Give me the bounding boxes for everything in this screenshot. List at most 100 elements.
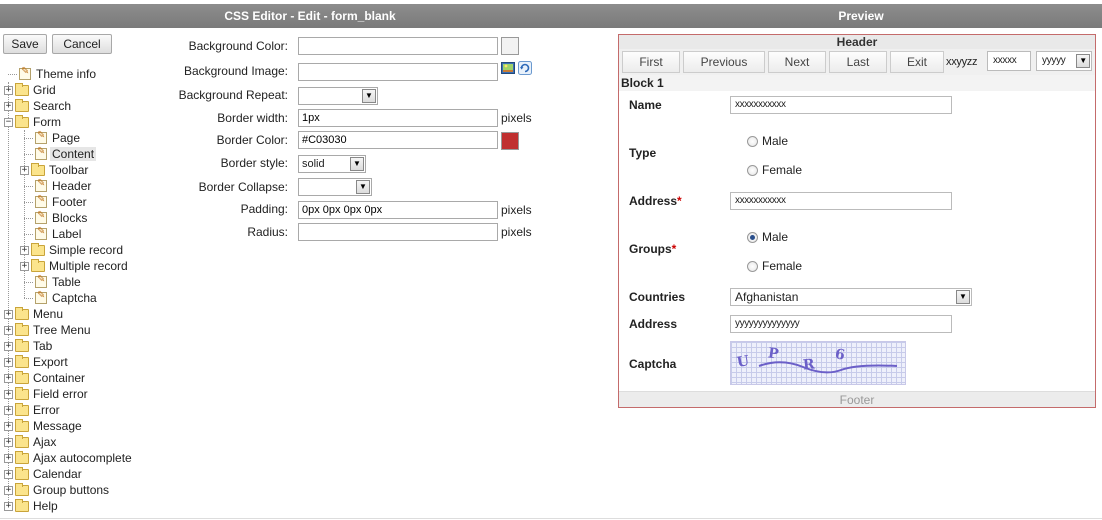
preview-header: Header [619, 35, 1095, 49]
expand-icon[interactable]: + [4, 85, 13, 95]
nav-select[interactable]: yyyyy ▼ [1036, 51, 1092, 71]
radio-icon[interactable] [747, 135, 758, 147]
address2-input[interactable]: yyyyyyyyyyyyyy [730, 315, 952, 333]
exit-button[interactable]: Exit [890, 51, 944, 73]
countries-select[interactable]: Afghanistan ▼ [730, 288, 972, 306]
image-browse-icon[interactable] [501, 61, 515, 75]
tree-item-field-error[interactable]: + Field error [4, 386, 90, 402]
folder-icon [31, 258, 45, 272]
expand-icon[interactable]: + [20, 165, 29, 175]
tree-item-calendar[interactable]: + Calendar [4, 466, 84, 482]
expand-icon[interactable]: + [4, 373, 13, 383]
expand-icon[interactable]: + [4, 453, 13, 463]
bg-repeat-select[interactable]: ▼ [298, 87, 378, 105]
tree-item-footer[interactable]: Footer [24, 194, 89, 210]
chevron-down-icon[interactable]: ▼ [350, 157, 364, 171]
next-button[interactable]: Next [768, 51, 826, 73]
tree-item-page[interactable]: Page [24, 130, 82, 146]
tree-item-search[interactable]: + Search [4, 98, 73, 114]
save-button[interactable]: Save [3, 34, 47, 54]
type-radio-male[interactable]: Male [747, 134, 788, 148]
border-style-value: solid [302, 158, 325, 170]
bg-color-picker[interactable] [501, 37, 519, 55]
tree-item-tab[interactable]: + Tab [4, 338, 54, 354]
required-marker: * [677, 194, 682, 208]
type-label: Type [629, 146, 657, 160]
tree-item-ajax[interactable]: + Ajax [4, 434, 58, 450]
expand-icon[interactable]: + [4, 101, 13, 111]
expand-icon[interactable]: + [4, 501, 13, 511]
bg-image-input[interactable] [298, 63, 498, 81]
tree-item-header[interactable]: Header [24, 178, 93, 194]
border-style-select[interactable]: solid ▼ [298, 155, 366, 173]
name-input[interactable]: xxxxxxxxxxx [730, 96, 952, 114]
address-input[interactable]: xxxxxxxxxxx [730, 192, 952, 210]
radius-unit: pixels [501, 225, 532, 239]
tree-item-toolbar[interactable]: + Toolbar [20, 162, 90, 178]
tree-item-group-buttons[interactable]: + Group buttons [4, 482, 111, 498]
tree-item-help[interactable]: + Help [4, 498, 60, 514]
type-radio-female[interactable]: Female [747, 163, 802, 177]
tree-item-ajax-autocomplete[interactable]: + Ajax autocomplete [4, 450, 134, 466]
tree-item-error[interactable]: + Error [4, 402, 62, 418]
chevron-down-icon[interactable]: ▼ [956, 290, 970, 304]
refresh-icon[interactable] [518, 61, 532, 75]
folder-icon [31, 162, 45, 176]
chevron-down-icon[interactable]: ▼ [362, 89, 376, 103]
tree-item-grid[interactable]: + Grid [4, 82, 58, 98]
previous-button[interactable]: Previous [683, 51, 765, 73]
folder-icon [15, 98, 29, 112]
collapse-icon[interactable]: − [4, 117, 13, 127]
expand-icon[interactable]: + [4, 309, 13, 319]
bg-image-label: Background Image: [183, 64, 288, 78]
tree-item-container[interactable]: + Container [4, 370, 87, 386]
padding-input[interactable] [298, 201, 498, 219]
document-icon [35, 290, 47, 304]
folder-icon [15, 82, 29, 96]
border-color-input[interactable] [298, 131, 498, 149]
border-color-picker[interactable] [501, 132, 519, 150]
tree-item-content[interactable]: Content [24, 146, 97, 162]
expand-icon[interactable]: + [4, 341, 13, 351]
tree-item-captcha[interactable]: Captcha [24, 290, 99, 306]
border-collapse-select[interactable]: ▼ [298, 178, 372, 196]
expand-icon[interactable]: + [4, 485, 13, 495]
last-button[interactable]: Last [829, 51, 887, 73]
first-button[interactable]: First [622, 51, 680, 73]
radius-input[interactable] [298, 223, 498, 241]
chevron-down-icon[interactable]: ▼ [1076, 54, 1090, 68]
address2-label: Address [629, 317, 678, 331]
border-width-input[interactable] [298, 109, 498, 127]
chevron-down-icon[interactable]: ▼ [356, 180, 370, 194]
tree-item-table[interactable]: Table [24, 274, 83, 290]
expand-icon[interactable]: + [4, 437, 13, 447]
tree-item-label[interactable]: Label [24, 226, 83, 242]
radio-checked-icon[interactable] [747, 231, 758, 243]
expand-icon[interactable]: + [4, 325, 13, 335]
border-style-label: Border style: [220, 156, 288, 170]
groups-radio-female[interactable]: Female [747, 259, 802, 273]
tree-item-export[interactable]: + Export [4, 354, 70, 370]
tree-item-theme-info[interactable]: Theme info [8, 66, 98, 82]
tree-item-blocks[interactable]: Blocks [24, 210, 89, 226]
expand-icon[interactable]: + [20, 245, 29, 255]
expand-icon[interactable]: + [20, 261, 29, 271]
tree-item-simple-record[interactable]: + Simple record [20, 242, 125, 258]
border-width-label: Border width: [217, 111, 288, 125]
expand-icon[interactable]: + [4, 405, 13, 415]
tree-item-form[interactable]: − Form [4, 114, 63, 130]
tree-item-menu[interactable]: + Menu [4, 306, 65, 322]
radio-icon[interactable] [747, 260, 758, 272]
nav-input[interactable]: xxxxx [987, 51, 1031, 71]
expand-icon[interactable]: + [4, 469, 13, 479]
radio-icon[interactable] [747, 164, 758, 176]
groups-radio-male[interactable]: Male [747, 230, 788, 244]
tree-item-message[interactable]: + Message [4, 418, 84, 434]
bg-color-input[interactable] [298, 37, 498, 55]
expand-icon[interactable]: + [4, 421, 13, 431]
folder-icon [15, 434, 29, 448]
tree-item-tree-menu[interactable]: + Tree Menu [4, 322, 93, 338]
expand-icon[interactable]: + [4, 389, 13, 399]
tree-item-multiple-record[interactable]: + Multiple record [20, 258, 130, 274]
expand-icon[interactable]: + [4, 357, 13, 367]
